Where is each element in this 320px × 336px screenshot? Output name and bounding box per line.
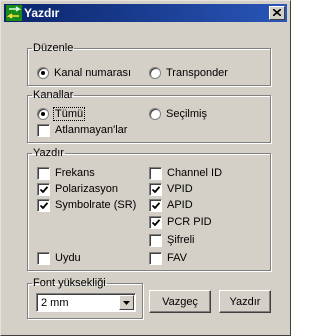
checkbox-box	[37, 123, 50, 137]
radio-transponder[interactable]: Transponder	[149, 66, 228, 80]
checkbox-box	[37, 251, 50, 265]
print-button-label: Yazdır	[229, 295, 261, 308]
radio-circle	[37, 108, 49, 120]
font-height-value: 2 mm	[41, 297, 69, 309]
checkbox-symbolrate[interactable]: Symbolrate (SR)	[37, 198, 136, 212]
checkbox-pcr-pid[interactable]: PCR PID	[149, 215, 212, 229]
checkbox-label: Channel ID	[167, 167, 223, 179]
checkmark-icon	[152, 201, 160, 209]
checkbox-label: APID	[167, 199, 193, 211]
checkbox-fav[interactable]: FAV	[149, 251, 187, 265]
checkmark-icon	[40, 201, 48, 209]
print-button[interactable]: Yazdır	[219, 290, 271, 313]
checkbox-label: Şifreli	[167, 234, 195, 246]
checkmark-icon	[152, 218, 160, 226]
checkbox-box	[149, 166, 162, 180]
cancel-button-label: Vazgeç	[162, 295, 198, 308]
close-button[interactable]	[269, 6, 285, 20]
checkbox-apid[interactable]: APID	[149, 198, 193, 212]
checkbox-label: VPID	[167, 183, 193, 195]
font-height-select[interactable]: 2 mm	[36, 293, 136, 312]
print-dialog: Yazdır Düzenle Kanal numarası Transponde…	[0, 0, 291, 336]
checkbox-box	[37, 198, 50, 212]
radio-circle	[37, 67, 49, 79]
duzenle-legend: Düzenle	[33, 42, 74, 54]
kanallar-legend: Kanallar	[33, 89, 74, 101]
checkbox-channel-id[interactable]: Channel ID	[149, 166, 222, 180]
font-height-legend: Font yüksekliği	[33, 277, 106, 289]
radio-label: Transponder	[166, 67, 228, 79]
checkbox-box	[149, 233, 162, 247]
radio-kanal-numarasi[interactable]: Kanal numarası	[37, 66, 131, 80]
checkbox-label: FAV	[167, 252, 187, 264]
checkbox-atlanmayanlar[interactable]: Atlanmayan'lar	[37, 123, 127, 137]
dropdown-button[interactable]	[119, 295, 134, 310]
checkmark-icon	[152, 185, 160, 193]
checkbox-uydu[interactable]: Uydu	[37, 251, 81, 265]
radio-label: Seçilmiş	[166, 108, 207, 120]
checkbox-label: Polarizasyon	[55, 183, 118, 195]
title-bar[interactable]: Yazdır	[4, 4, 287, 22]
checkbox-box	[37, 166, 50, 180]
checkbox-box	[149, 251, 162, 265]
window-title: Yazdır	[24, 6, 60, 20]
checkmark-icon	[40, 185, 48, 193]
radio-circle	[149, 67, 161, 79]
radio-label: Kanal numarası	[54, 67, 132, 79]
checkbox-box	[37, 182, 50, 196]
yazdir-legend: Yazdır	[33, 147, 64, 159]
checkbox-label: PCR PID	[167, 216, 212, 228]
checkbox-label: Frekans	[55, 167, 95, 179]
radio-tumu[interactable]: Tümü	[37, 107, 86, 121]
app-icon	[6, 5, 22, 21]
close-icon	[273, 9, 281, 16]
checkbox-box	[149, 182, 162, 196]
checkbox-sifreli[interactable]: Şifreli	[149, 233, 195, 247]
checkbox-frekans[interactable]: Frekans	[37, 166, 95, 180]
checkbox-polarizasyon[interactable]: Polarizasyon	[37, 182, 118, 196]
checkbox-label: Atlanmayan'lar	[55, 124, 128, 136]
radio-label: Tümü	[52, 107, 86, 121]
checkbox-label: Uydu	[55, 252, 81, 264]
radio-circle	[149, 108, 161, 120]
radio-secilmis[interactable]: Seçilmiş	[149, 107, 207, 121]
checkbox-box	[149, 215, 162, 229]
checkbox-vpid[interactable]: VPID	[149, 182, 193, 196]
checkbox-label: Symbolrate (SR)	[55, 199, 137, 211]
cancel-button[interactable]: Vazgeç	[149, 290, 211, 313]
chevron-down-icon	[123, 301, 130, 305]
checkbox-box	[149, 198, 162, 212]
